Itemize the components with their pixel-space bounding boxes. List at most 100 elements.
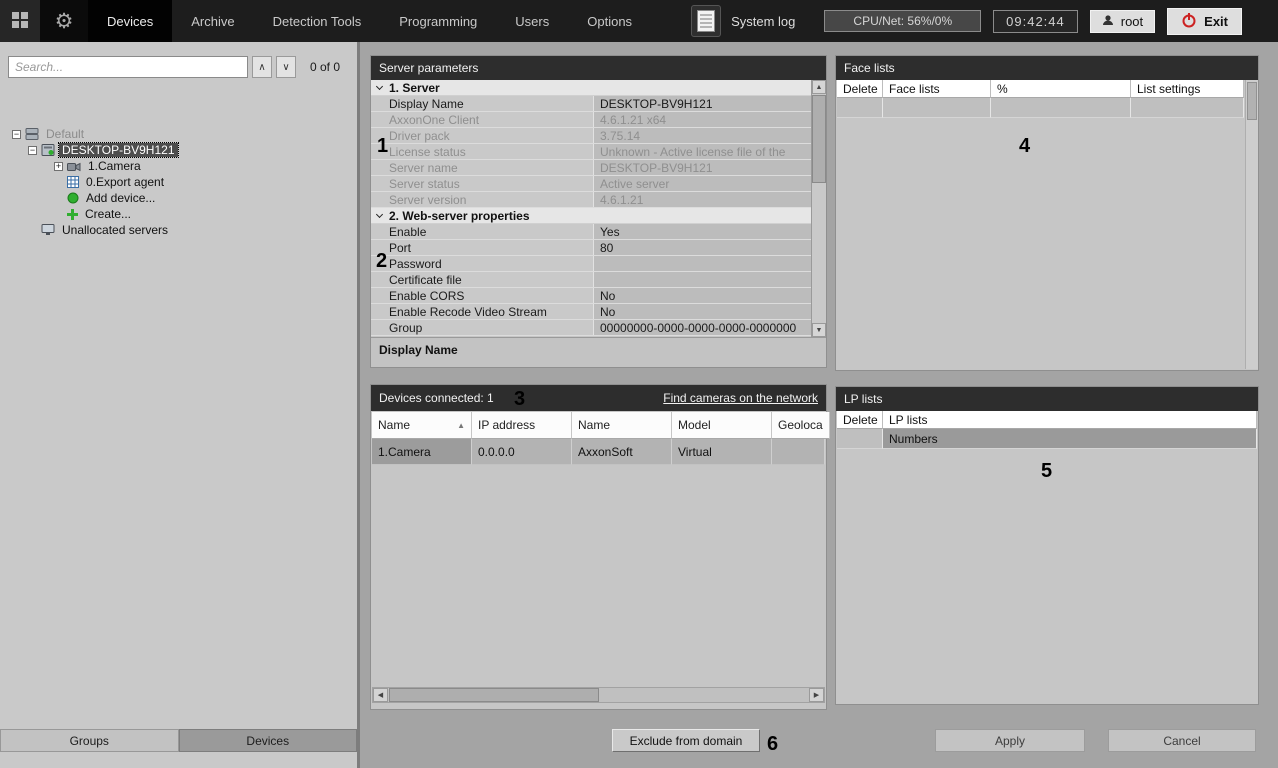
column-header-name[interactable]: Name ▲ xyxy=(372,412,472,439)
annotation-3: 3 xyxy=(514,389,525,409)
scrollbar-thumb[interactable] xyxy=(812,95,826,183)
panel-title: LP lists xyxy=(836,387,1258,411)
cell-name[interactable]: 1.Camera xyxy=(372,439,472,465)
tree-label: Add device... xyxy=(83,191,158,205)
devices-panel: Devices connected: 1 Find cameras on the… xyxy=(370,384,827,710)
vertical-scrollbar[interactable] xyxy=(1245,80,1258,369)
app-grid-button[interactable] xyxy=(0,0,40,42)
property-value[interactable] xyxy=(593,256,811,271)
tree-item-create[interactable]: Create... xyxy=(0,206,357,222)
exclude-from-domain-button[interactable]: Exclude from domain xyxy=(612,729,760,752)
tab-groups[interactable]: Groups xyxy=(0,729,179,752)
face-lists-empty-row[interactable] xyxy=(837,98,1244,118)
column-header-vendor[interactable]: Name xyxy=(572,412,672,439)
tab-archive[interactable]: Archive xyxy=(172,0,253,42)
user-icon xyxy=(1102,14,1114,29)
user-button[interactable]: root xyxy=(1090,10,1155,33)
tab-options[interactable]: Options xyxy=(568,0,651,42)
collapse-minus-icon[interactable]: − xyxy=(12,130,21,139)
annotation-5: 5 xyxy=(1041,461,1052,481)
property-label: Enable Recode Video Stream xyxy=(371,304,593,319)
annotation-2: 2 xyxy=(376,251,387,271)
topbar: ⚙ Devices Archive Detection Tools Progra… xyxy=(0,0,1278,42)
cell-geolocation[interactable] xyxy=(772,439,825,465)
scroll-up-icon[interactable]: ▲ xyxy=(812,80,826,94)
search-input[interactable] xyxy=(8,56,248,78)
exit-label: Exit xyxy=(1204,14,1228,29)
cancel-button[interactable]: Cancel xyxy=(1108,729,1256,752)
expand-plus-icon[interactable]: + xyxy=(54,162,63,171)
system-log-button[interactable]: System log xyxy=(679,0,807,42)
find-cameras-link[interactable]: Find cameras on the network xyxy=(663,391,818,405)
column-header-lp-lists[interactable]: LP lists xyxy=(883,411,1257,429)
lp-list-row-numbers[interactable]: Numbers xyxy=(837,429,1257,449)
cpu-net-indicator[interactable]: CPU/Net: 56%/0% xyxy=(824,10,981,32)
search-next-button[interactable]: ∨ xyxy=(276,56,296,78)
tree-item-server[interactable]: − DESKTOP-BV9H121 xyxy=(0,142,357,158)
search-row: ∧ ∨ 0 of 0 xyxy=(0,42,357,84)
cell-face-list[interactable] xyxy=(883,98,991,118)
cell-list-settings[interactable] xyxy=(1131,98,1244,118)
property-label: Certificate file xyxy=(371,272,593,287)
section-server[interactable]: 1. Server xyxy=(371,80,811,96)
scroll-left-icon[interactable]: ◀ xyxy=(373,688,388,702)
device-tree: − Default − DESKTOP-BV9H121 + 1.Camera 0… xyxy=(0,126,357,238)
scroll-right-icon[interactable]: ▶ xyxy=(809,688,824,702)
tree-item-add-device[interactable]: Add device... xyxy=(0,190,357,206)
column-header-list-settings[interactable]: List settings xyxy=(1131,80,1244,98)
cell-delete[interactable] xyxy=(837,429,883,449)
cell-percent[interactable] xyxy=(991,98,1131,118)
property-value[interactable]: DESKTOP-BV9H121 xyxy=(593,96,811,111)
scrollbar-thumb[interactable] xyxy=(1247,82,1257,120)
column-header-delete[interactable]: Delete xyxy=(837,411,883,429)
property-description: Display Name xyxy=(371,337,826,367)
property-value: 3.75.14 xyxy=(593,128,811,143)
property-value[interactable]: 00000000-0000-0000-0000-0000000 xyxy=(593,320,811,335)
tab-users[interactable]: Users xyxy=(496,0,568,42)
tree-item-camera[interactable]: + 1.Camera xyxy=(0,158,357,174)
column-header-geolocation[interactable]: Geoloca xyxy=(772,412,830,439)
tab-programming[interactable]: Programming xyxy=(380,0,496,42)
tab-devices[interactable]: Devices xyxy=(88,0,172,42)
search-prev-button[interactable]: ∧ xyxy=(252,56,272,78)
tree-item-unallocated-servers[interactable]: Unallocated servers xyxy=(0,222,357,238)
collapse-minus-icon[interactable]: − xyxy=(28,146,37,155)
property-value[interactable]: No xyxy=(593,304,811,319)
vertical-scrollbar[interactable]: ▲ ▼ xyxy=(811,80,826,337)
tab-detection-tools[interactable]: Detection Tools xyxy=(254,0,381,42)
tree-item-export-agent[interactable]: 0.Export agent xyxy=(0,174,357,190)
settings-gear-button[interactable]: ⚙ xyxy=(40,0,88,42)
section-label: 2. Web-server properties xyxy=(389,209,530,223)
device-tree-sidebar: ∧ ∨ 0 of 0 − Default − DESKTOP-BV9H121 +… xyxy=(0,42,360,768)
apply-button[interactable]: Apply xyxy=(935,729,1085,752)
device-row-camera[interactable]: 1.Camera 0.0.0.0 AxxonSoft Virtual xyxy=(372,439,825,465)
sort-ascending-icon: ▲ xyxy=(457,421,465,430)
unallocated-servers-icon xyxy=(41,224,55,236)
scrollbar-thumb[interactable] xyxy=(389,688,599,702)
horizontal-scrollbar[interactable]: ◀ ▶ xyxy=(372,687,825,703)
exit-button[interactable]: Exit xyxy=(1167,8,1242,35)
tab-devices-bottom[interactable]: Devices xyxy=(179,729,358,752)
property-label: Driver pack xyxy=(371,128,593,143)
cell-model[interactable]: Virtual xyxy=(672,439,772,465)
cell-lp-list-name[interactable]: Numbers xyxy=(883,429,1257,449)
scroll-down-icon[interactable]: ▼ xyxy=(812,323,826,337)
cell-vendor[interactable]: AxxonSoft xyxy=(572,439,672,465)
tree-item-default-group[interactable]: − Default xyxy=(0,126,357,142)
property-value[interactable]: 80 xyxy=(593,240,811,255)
property-label: Server version xyxy=(371,192,593,207)
server-icon xyxy=(41,144,55,157)
section-web-server[interactable]: 2. Web-server properties xyxy=(371,208,811,224)
property-value[interactable]: No xyxy=(593,288,811,303)
property-value[interactable] xyxy=(593,272,811,287)
property-row-enable: Enable Yes xyxy=(371,224,811,240)
column-header-face-lists[interactable]: Face lists xyxy=(883,80,991,98)
property-value[interactable]: Yes xyxy=(593,224,811,239)
column-header-model[interactable]: Model xyxy=(672,412,772,439)
property-row-display-name: Display Name DESKTOP-BV9H121 xyxy=(371,96,811,112)
column-header-delete[interactable]: Delete xyxy=(837,80,883,98)
cell-delete[interactable] xyxy=(837,98,883,118)
column-header-ip[interactable]: IP address xyxy=(472,412,572,439)
column-header-percent[interactable]: % xyxy=(991,80,1131,98)
cell-ip[interactable]: 0.0.0.0 xyxy=(472,439,572,465)
